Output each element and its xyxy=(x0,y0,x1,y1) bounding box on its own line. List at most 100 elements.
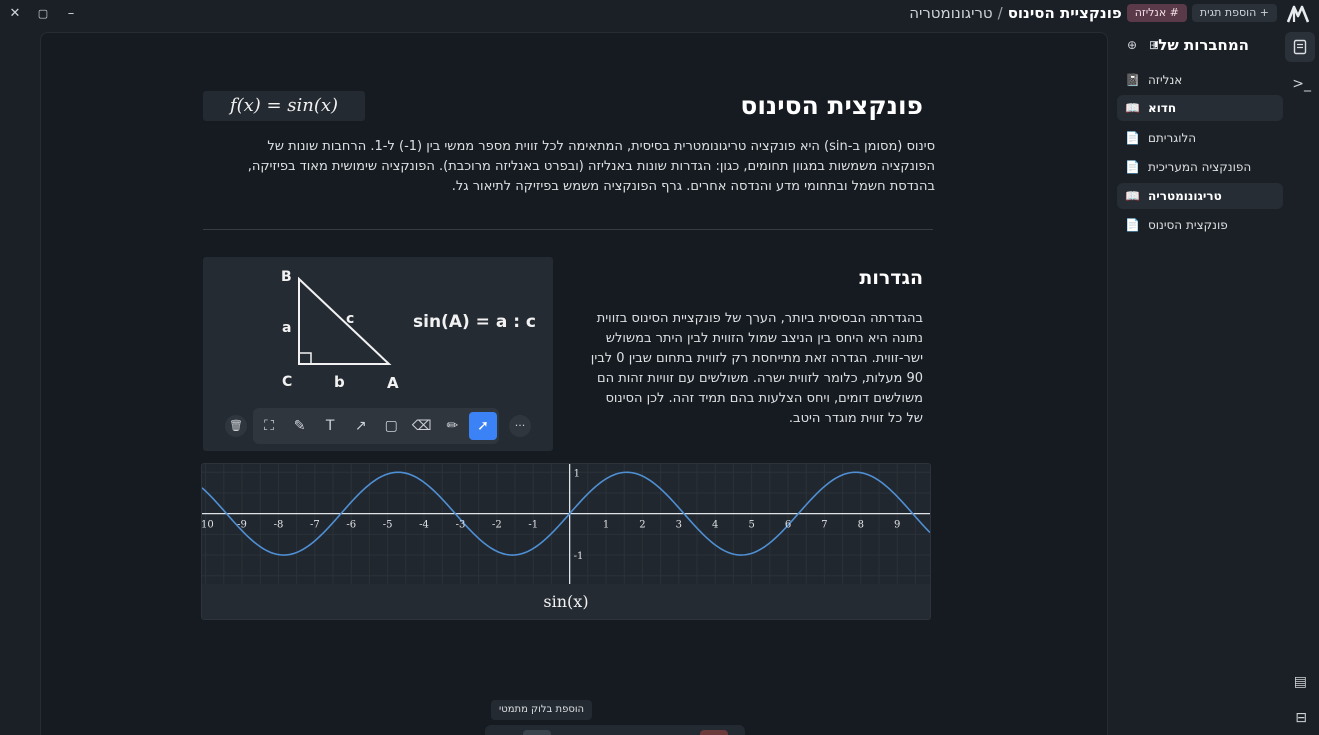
x-tick-label: 7 xyxy=(821,520,827,531)
terminal-icon[interactable]: >_ xyxy=(1292,76,1311,92)
divider-block-button[interactable]: — xyxy=(622,730,650,735)
x-tick-label: -1 xyxy=(528,520,538,531)
notebook-icon xyxy=(1293,39,1307,55)
sidebar-item-logarithm[interactable]: 📄 הלוגריתם xyxy=(1117,125,1283,151)
x-tick-label: -7 xyxy=(310,520,320,531)
x-tick-label: 2 xyxy=(639,520,645,531)
vertex-label-a: A xyxy=(387,374,399,392)
eraser-icon[interactable]: ⌫ xyxy=(408,412,436,440)
side-label-c: c xyxy=(346,311,354,327)
sidebar-item-calculus[interactable]: 📖 חדוא xyxy=(1117,95,1283,121)
x-tick-label: -4 xyxy=(419,520,429,531)
breadcrumb-separator: / xyxy=(997,4,1003,22)
sidebar-item-exponential[interactable]: 📄 הפונקציה המעריכית xyxy=(1117,154,1283,180)
sidebar-item-trigonometry[interactable]: 📖 טריגונומטריה xyxy=(1117,183,1283,209)
save-button[interactable]: 💾 xyxy=(667,730,695,735)
x-tick-label: 6 xyxy=(785,520,791,531)
sidebar-item-label: חדוא xyxy=(1147,101,1177,115)
layers-icon[interactable]: ⊟ xyxy=(1295,710,1307,726)
editor-panel: f(x) = sin(x) פונקצית הסינוס סינוס (מסומ… xyxy=(40,32,1108,735)
new-page-icon[interactable]: ⊕ xyxy=(1127,38,1137,52)
sidebar-item-label: פונקצית הסינוס xyxy=(1147,218,1228,232)
notebooks-rail-button[interactable] xyxy=(1285,32,1315,62)
cursor-icon[interactable]: ➚ xyxy=(468,412,497,440)
sine-graph: -10 -9 -8 -7 -6 -5 -4 -3 -2 -1 1 2 3 4 5 6 7 8 9 1 -1 xyxy=(202,464,930,584)
sidebar-item-label: אנליזה xyxy=(1147,73,1183,87)
block-toolbar: Aa √x 📈 ✏ — 💾 🗑 xyxy=(485,725,745,735)
x-tick-label: -10 xyxy=(202,520,214,531)
minimize-window-button[interactable]: – xyxy=(60,4,82,24)
right-angle-mark xyxy=(299,352,312,364)
section-title[interactable]: הגדרות xyxy=(859,267,923,289)
math-block-button[interactable]: √x xyxy=(523,730,551,735)
delete-block-button[interactable]: 🗑 xyxy=(700,730,728,735)
x-tick-label: -2 xyxy=(492,520,502,531)
x-tick-label: 1 xyxy=(603,520,609,531)
divider-line xyxy=(203,229,933,230)
delete-drawing-button[interactable]: 🗑 xyxy=(225,415,247,437)
section-paragraph[interactable]: בהגדרתה הבסיסית ביותר, הערך של פונקציית … xyxy=(587,309,923,429)
x-tick-label: -5 xyxy=(383,520,393,531)
formula-block[interactable]: f(x) = sin(x) xyxy=(203,91,365,121)
add-tag-button[interactable]: + הוספת תגית xyxy=(1191,4,1277,22)
x-tick-label: -9 xyxy=(237,520,247,531)
arrow-icon[interactable]: ↗ xyxy=(347,412,375,440)
breadcrumb-parent[interactable]: טריגונומטריה xyxy=(909,4,992,22)
x-tick-label: 8 xyxy=(858,520,864,531)
pencil-icon[interactable]: ✏ xyxy=(438,412,466,440)
app-window: ✕ ▢ – טריגונומטריה / פונקציית הסינוס # א… xyxy=(0,0,1319,735)
graph-block[interactable]: -10 -9 -8 -7 -6 -5 -4 -3 -2 -1 1 2 3 4 5 6 7 8 9 1 -1 sin(x) xyxy=(201,463,931,620)
image-icon[interactable]: ⛶ xyxy=(255,412,283,440)
y-tick-label: -1 xyxy=(574,551,584,562)
y-tick-label: 1 xyxy=(574,468,580,479)
text-icon[interactable]: T xyxy=(316,412,344,440)
drawing-formula: sin(A) = a : c xyxy=(413,312,536,332)
breadcrumb-current: פונקציית הסינוס xyxy=(1007,4,1122,22)
x-tick-label: 4 xyxy=(712,520,718,531)
page-title[interactable]: פונקצית הסינוס xyxy=(740,91,923,120)
sidebar-item-analysis[interactable]: 📓 אנליזה xyxy=(1117,67,1283,93)
more-options-button[interactable]: ··· xyxy=(509,415,531,437)
book-open-icon: 📖 xyxy=(1125,101,1140,115)
x-tick-label: -3 xyxy=(456,520,466,531)
edit-icon[interactable]: ✎ xyxy=(286,412,314,440)
page-icon: 📄 xyxy=(1125,218,1140,232)
sidebar-item-label: הלוגריתם xyxy=(1147,131,1197,145)
graph-block-button[interactable]: 📈 xyxy=(556,730,584,735)
vertex-label-b: B xyxy=(281,269,292,285)
triangle-shape xyxy=(298,276,392,365)
sidebar-title: המחברות שלי xyxy=(1153,36,1249,54)
x-tick-label: 9 xyxy=(894,520,900,531)
x-tick-label: 5 xyxy=(748,520,754,531)
rectangle-icon[interactable]: ▢ xyxy=(377,412,405,440)
x-tick-label: -8 xyxy=(274,520,284,531)
page-icon: 📄 xyxy=(1125,160,1140,174)
close-window-button[interactable]: ✕ xyxy=(4,4,26,24)
tag-analysis[interactable]: # אנליזה xyxy=(1126,4,1187,22)
breadcrumb: טריגונומטריה / פונקציית הסינוס # אנליזה … xyxy=(909,2,1277,24)
side-label-b: b xyxy=(334,373,345,391)
new-folder-icon[interactable]: ⊞ xyxy=(1149,38,1159,52)
x-tick-label: -6 xyxy=(346,520,356,531)
vertex-label-c: C xyxy=(282,374,292,390)
sidebar-item-sine-function[interactable]: 📄 פונקצית הסינוס xyxy=(1117,212,1283,238)
book-open-icon: 📖 xyxy=(1125,189,1140,203)
x-tick-label: 3 xyxy=(676,520,682,531)
page-icon: 📄 xyxy=(1125,131,1140,145)
side-label-a: a xyxy=(282,320,291,336)
tooltip: הוספת בלוק מתמטי xyxy=(491,700,593,720)
triangle-drawing: B C A a b c sin(A) = a : c xyxy=(281,269,536,392)
archive-icon[interactable]: ▤ xyxy=(1294,674,1307,690)
sidebar-item-label: הפונקציה המעריכית xyxy=(1147,160,1252,174)
sidebar-item-label: טריגונומטריה xyxy=(1147,189,1222,203)
draw-block-button[interactable]: ✏ xyxy=(589,730,617,735)
maximize-window-button[interactable]: ▢ xyxy=(32,4,54,24)
notebook-icon: 📓 xyxy=(1125,73,1140,87)
app-logo-icon xyxy=(1287,5,1309,23)
intro-paragraph[interactable]: סינוס (מסומן ב-sin) היא פונקציה טריגונומ… xyxy=(229,137,935,197)
drawing-toolbar: ⛶ ✎ T ↗ ▢ ⌫ ✏ ➚ xyxy=(253,408,499,444)
drawing-canvas[interactable]: B C A a b c sin(A) = a : c 🗑 ⛶ ✎ T ↗ ▢ ⌫… xyxy=(203,257,553,451)
text-block-button[interactable]: Aa xyxy=(490,730,518,735)
graph-caption: sin(x) xyxy=(202,584,930,619)
title-bar: ✕ ▢ – טריגונומטריה / פונקציית הסינוס # א… xyxy=(0,0,1319,28)
